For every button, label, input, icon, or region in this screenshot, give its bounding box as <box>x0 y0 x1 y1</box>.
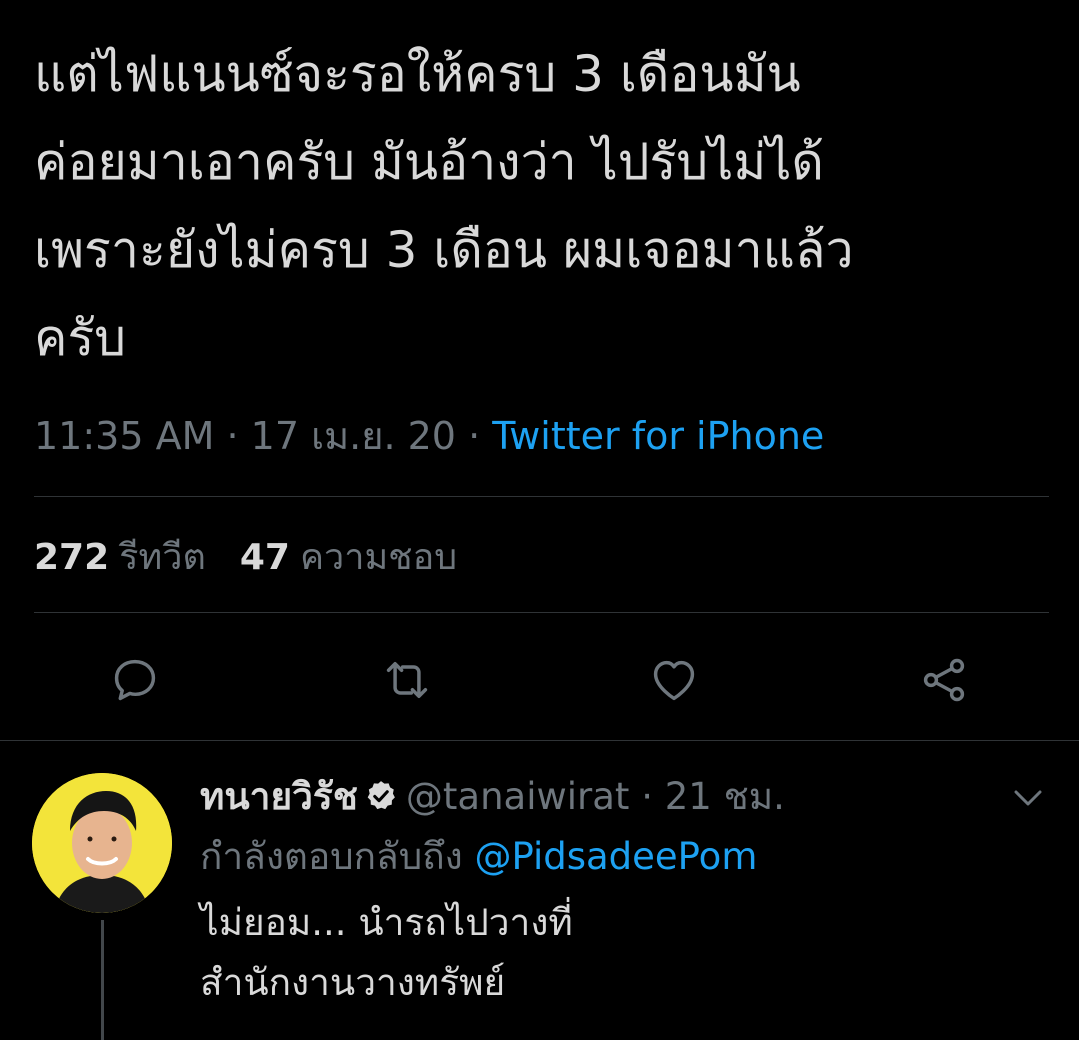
avatar[interactable] <box>32 773 172 913</box>
thread-line <box>101 920 104 1040</box>
likes-label: ความชอบ <box>299 537 458 578</box>
reply-icon <box>114 659 156 701</box>
header-separator: · <box>641 775 653 818</box>
likes-stat[interactable]: 47 ความชอบ <box>240 537 457 578</box>
reply-author-handle[interactable]: @tanaiwirat <box>406 775 630 818</box>
tweet-meta: 11:35 AM · 17 เม.ย. 20 · Twitter for iPh… <box>34 410 824 462</box>
retweets-count: 272 <box>34 537 110 578</box>
reply-button[interactable] <box>105 650 165 710</box>
retweets-stat[interactable]: 272 รีทวีต <box>34 537 206 578</box>
retweets-label: รีทวีต <box>119 537 206 578</box>
verified-badge-icon <box>367 781 395 810</box>
tweet-date[interactable]: 17 เม.ย. 20 <box>251 414 456 458</box>
tweet-stats: 272 รีทวีต 47 ความชอบ <box>34 530 457 586</box>
meta-separator: · <box>226 414 239 458</box>
share-icon <box>923 658 965 702</box>
replying-to-label: กำลังตอบกลับถึง <box>200 835 463 878</box>
reply-text: ไม่ยอม... นำรถไปวางที่ สำนักงานวางทรัพย์ <box>200 901 573 1004</box>
divider <box>34 496 1049 497</box>
tweet-menu-button[interactable] <box>1008 782 1048 814</box>
retweet-button[interactable] <box>377 650 437 710</box>
share-button[interactable] <box>914 650 974 710</box>
like-icon <box>653 660 695 701</box>
reply-age[interactable]: 21 ชม. <box>665 775 785 818</box>
avatar-photo <box>32 773 172 913</box>
meta-separator: · <box>468 414 481 458</box>
tweet-text: แต่ไฟแนนซ์จะรอให้ครบ 3 เดือนมัน ค่อยมาเอ… <box>34 45 854 367</box>
replying-to: กำลังตอบกลับถึง @PidsadeePom <box>200 830 757 884</box>
retweet-icon <box>386 662 428 698</box>
reply-author-name[interactable]: ทนายวิรัช <box>200 775 358 818</box>
divider <box>0 740 1079 741</box>
tweet-time[interactable]: 11:35 AM <box>34 414 214 458</box>
chevron-down-icon <box>1014 790 1042 806</box>
likes-count: 47 <box>239 537 290 578</box>
reply-header: ทนายวิรัช @tanaiwirat · 21 ชม. <box>200 770 785 824</box>
like-button[interactable] <box>644 650 704 710</box>
divider <box>34 612 1049 613</box>
tweet-action-bar <box>0 650 1079 710</box>
replying-to-handle-link[interactable]: @PidsadeePom <box>474 835 757 878</box>
tweet-source-link[interactable]: Twitter for iPhone <box>492 414 824 458</box>
